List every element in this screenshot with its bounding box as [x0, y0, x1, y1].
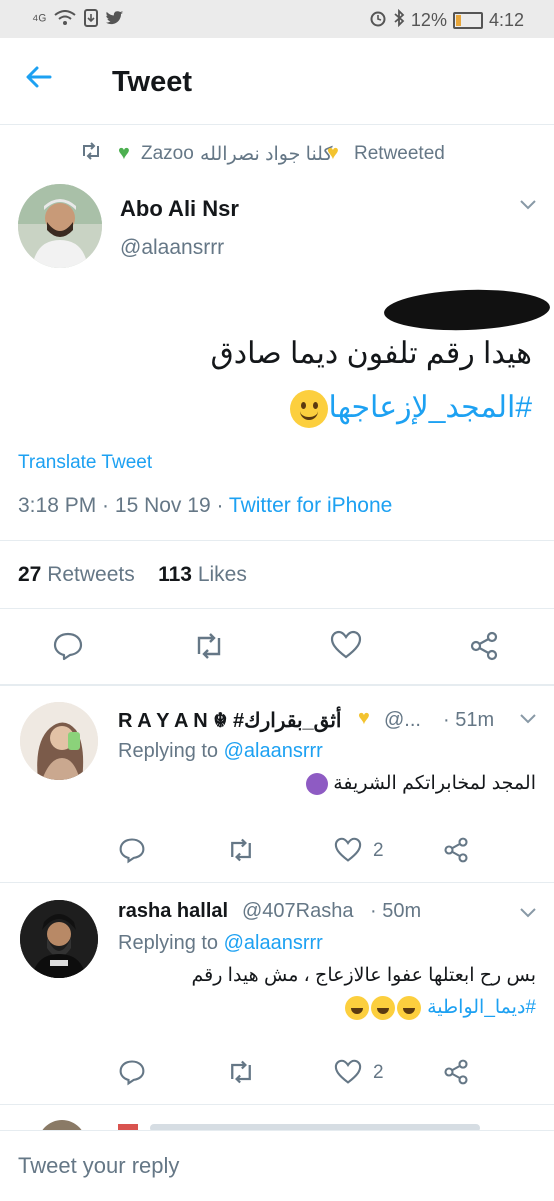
reply-avatar[interactable]	[20, 900, 98, 978]
engagement-stats: 27 Retweets 113 Likes	[18, 563, 247, 587]
share-icon[interactable]	[468, 630, 502, 664]
tweet-source[interactable]: Twitter for iPhone	[229, 494, 392, 517]
reply-text: المجد لمخابراتكم الشريفة	[305, 772, 536, 795]
retweeted-label: Retweeted	[354, 143, 445, 164]
retweets-count[interactable]: 27	[18, 563, 41, 586]
yellow-heart-icon: ♥	[327, 142, 339, 164]
replying-to: Replying to @alaansrrr	[118, 740, 323, 763]
likes-label[interactable]: Likes	[198, 563, 247, 586]
grinning-face-emoji	[396, 996, 421, 1020]
twitter-notification-icon	[105, 10, 124, 30]
reply-hashtag-line: #ديما_الواطية	[344, 996, 536, 1020]
reply-author-name[interactable]: rasha hallal	[118, 900, 228, 923]
smiling-face-emoji	[290, 390, 328, 428]
translate-tweet-link[interactable]: Translate Tweet	[18, 452, 152, 474]
reply-author-handle[interactable]: @...	[384, 709, 421, 732]
redaction-scribble	[383, 287, 551, 333]
replying-to-label: Replying to	[118, 932, 219, 954]
alarm-icon	[369, 9, 387, 31]
retweet-icon[interactable]	[192, 630, 226, 664]
reply-icon[interactable]	[118, 1058, 148, 1088]
chevron-down-icon[interactable]	[518, 708, 538, 731]
reply-hashtag[interactable]: #ديما_الواطية	[427, 997, 536, 1018]
reply-composer[interactable]: Tweet your reply	[0, 1130, 554, 1201]
reply-like-count: 2	[373, 840, 384, 861]
like-heart-icon[interactable]	[334, 1059, 364, 1089]
reply-text: بس رح ابعتلها عفوا عالازعاج ، مش هيدا رق…	[191, 965, 537, 986]
green-heart-icon: ♥	[118, 142, 130, 164]
reply-avatar[interactable]	[38, 1120, 86, 1130]
author-avatar[interactable]	[18, 184, 102, 268]
devil-face-emoji	[305, 772, 328, 795]
divider	[0, 608, 554, 609]
retweeter-name-latin: Zazoo	[141, 143, 194, 164]
share-icon[interactable]	[442, 836, 472, 866]
reply-author-handle[interactable]: @407Rasha	[242, 900, 353, 923]
app-bar: Tweet	[0, 38, 554, 125]
author-name[interactable]: Abo Ali Nsr	[120, 196, 239, 222]
page-title: Tweet	[112, 66, 193, 98]
retweeted-by-line[interactable]: ♥ Zazoo كلنا جواد نصرالله ♥ Retweeted	[0, 140, 554, 170]
tweet-text: هيدا رقم تلفون ديما صادق	[210, 337, 532, 370]
grinning-face-emoji	[344, 996, 369, 1020]
replying-to-label: Replying to	[118, 740, 219, 762]
reply-time: · 51m	[443, 709, 495, 731]
status-bar: ⁴ᴳ 12% 4:12	[0, 0, 554, 38]
divider	[0, 684, 554, 686]
grinning-face-emoji	[370, 996, 395, 1020]
retweets-label[interactable]: Retweets	[47, 563, 135, 586]
yellow-heart-icon: ♥	[358, 707, 370, 729]
clock: 4:12	[488, 9, 524, 30]
retweet-icon[interactable]	[226, 1058, 256, 1088]
tweet-timestamp: 3:18 PM · 15 Nov 19 · Twitter for iPhone	[18, 494, 393, 517]
author-handle[interactable]: @alaansrrr	[120, 236, 224, 260]
replying-to: Replying to @alaansrrr	[118, 932, 323, 955]
next-reply-peek	[0, 1104, 554, 1130]
back-arrow-icon[interactable]	[24, 62, 64, 102]
reply-avatar[interactable]	[20, 702, 98, 780]
replying-to-handle[interactable]: @alaansrrr	[224, 932, 323, 954]
like-heart-icon[interactable]	[334, 837, 364, 867]
sim-icon	[83, 9, 98, 31]
tweet-hashtag[interactable]: #المجد_لإزعاجها	[329, 390, 532, 425]
reply-like-count: 2	[373, 1062, 384, 1083]
retweeter-name-arabic: كلنا جواد نصرالله	[200, 144, 333, 165]
chevron-down-icon[interactable]	[518, 194, 538, 217]
bluetooth-icon	[393, 8, 405, 31]
signal-icon: ⁴ᴳ	[32, 11, 46, 29]
battery-percent: 12%	[410, 9, 447, 30]
divider	[0, 540, 554, 541]
likes-count[interactable]: 113	[158, 563, 192, 586]
retweet-icon	[80, 142, 102, 166]
reply-input[interactable]: Tweet your reply	[18, 1153, 179, 1179]
replying-to-handle[interactable]: @alaansrrr	[224, 740, 323, 762]
reply-icon[interactable]	[118, 836, 148, 866]
like-heart-icon[interactable]	[330, 630, 364, 664]
share-icon[interactable]	[442, 1058, 472, 1088]
tweet-time: 3:18 PM	[18, 494, 97, 517]
retweet-icon[interactable]	[226, 836, 256, 866]
reply-icon[interactable]	[52, 630, 86, 664]
reply-author-name[interactable]: R A Y A N ☬ #أثق_بقرارك	[118, 708, 341, 733]
reply-time: · 50m	[370, 900, 422, 922]
wifi-icon	[54, 10, 76, 30]
divider	[0, 882, 554, 883]
battery-icon	[452, 11, 483, 29]
tweet-date: 15 Nov 19	[114, 494, 211, 517]
chevron-down-icon[interactable]	[518, 902, 538, 925]
